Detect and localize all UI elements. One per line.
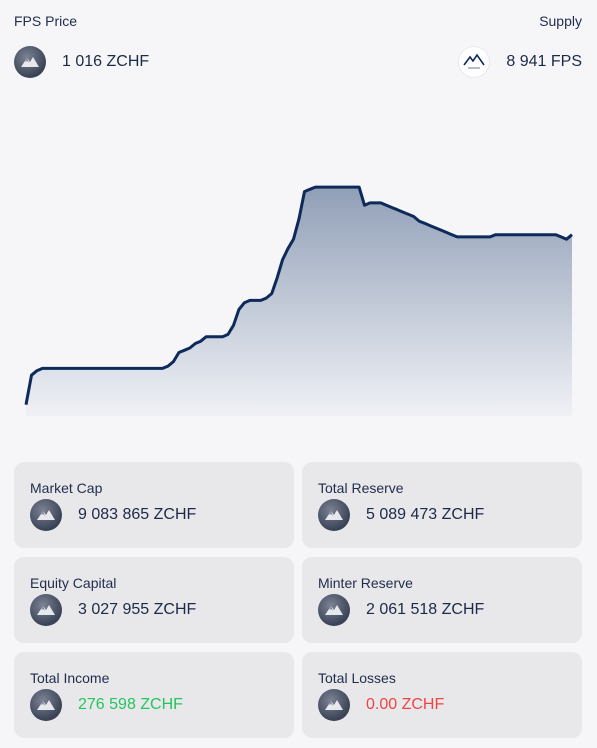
mountain-coin-icon: [30, 689, 62, 721]
stat-value: 2 061 518 ZCHF: [366, 601, 485, 618]
stat-value: 0.00 ZCHF: [366, 696, 445, 713]
header-labels: FPS Price Supply: [14, 13, 582, 29]
mountain-logo-icon: [458, 46, 491, 78]
chart-svg: [24, 185, 573, 416]
header-values: 1 016 ZCHF 8 941 FPS: [14, 46, 582, 78]
stat-row: 0.00 ZCHF: [318, 689, 566, 721]
stat-card: Total Reserve 5 089 473 ZCHF: [302, 462, 582, 548]
mountain-coin-icon: [14, 46, 46, 78]
supply-value: 8 941 FPS: [506, 53, 582, 70]
fps-price-value: 1 016 ZCHF: [62, 53, 150, 70]
stat-card: Market Cap 9 083 865 ZCHF: [14, 462, 294, 548]
stat-label: Total Losses: [318, 670, 396, 686]
mountain-coin-icon: [318, 594, 350, 626]
stat-card: Minter Reserve 2 061 518 ZCHF: [302, 557, 582, 643]
stat-value: 5 089 473 ZCHF: [366, 506, 485, 523]
stats-grid: Market Cap 9 083 865 ZCHF Total Reserve 5 0…: [14, 462, 582, 738]
stat-card: Equity Capital 3 027 955 ZCHF: [14, 557, 294, 643]
stat-value: 9 083 865 ZCHF: [78, 506, 197, 523]
stat-value: 276 598 ZCHF: [78, 696, 183, 713]
mountain-coin-icon: [318, 499, 350, 531]
supply-group: 8 941 FPS: [458, 46, 582, 78]
stat-label: Total Reserve: [318, 480, 404, 496]
stat-row: 3 027 955 ZCHF: [30, 594, 278, 626]
fps-price-label: FPS Price: [14, 13, 78, 29]
stat-label: Total Income: [30, 670, 110, 686]
stat-label: Minter Reserve: [318, 575, 413, 591]
stat-card: Total Income 276 598 ZCHF: [14, 652, 294, 738]
fps-price-chart: [0, 150, 597, 430]
mountain-coin-icon: [30, 594, 62, 626]
stat-card: Total Losses 0.00 ZCHF: [302, 652, 582, 738]
mountain-coin-icon: [318, 689, 350, 721]
stat-row: 276 598 ZCHF: [30, 689, 278, 721]
mountain-coin-icon: [30, 499, 62, 531]
stat-value: 3 027 955 ZCHF: [78, 601, 197, 618]
stat-label: Market Cap: [30, 480, 103, 496]
stat-row: 5 089 473 ZCHF: [318, 499, 566, 531]
fps-price-group: 1 016 ZCHF: [14, 46, 149, 78]
supply-label: Supply: [539, 13, 582, 29]
stat-row: 9 083 865 ZCHF: [30, 499, 278, 531]
stat-row: 2 061 518 ZCHF: [318, 594, 566, 626]
stat-label: Equity Capital: [30, 575, 117, 591]
